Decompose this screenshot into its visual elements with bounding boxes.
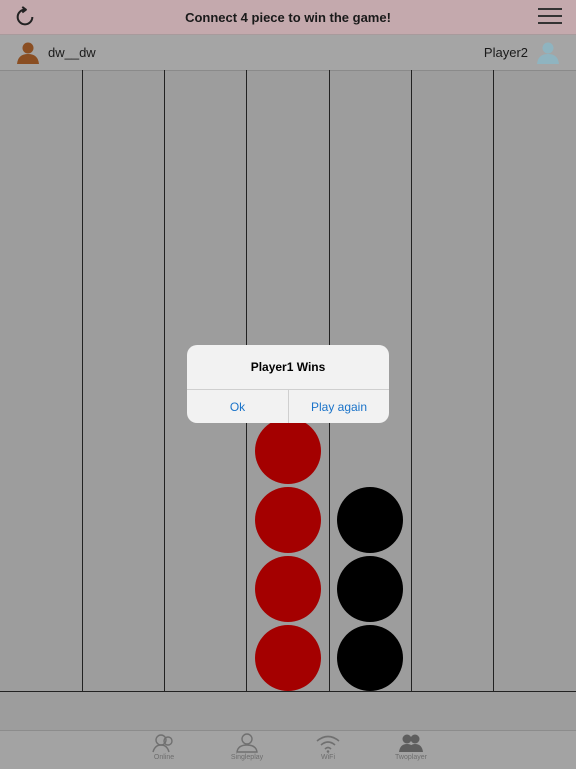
ok-button[interactable]: Ok: [187, 390, 288, 423]
online-icon: [152, 734, 173, 753]
player1-info: dw__dw: [16, 40, 96, 64]
player2-name: Player2: [483, 44, 528, 60]
red-piece: [255, 486, 321, 553]
tab-label: Twoplayer: [395, 754, 427, 761]
player1-avatar-icon: [17, 42, 39, 64]
red-piece: [255, 624, 321, 691]
top-bar: Connect 4 piece to win the game!: [0, 0, 576, 35]
player2-info: Player2: [484, 40, 560, 64]
column-divider: [82, 70, 83, 691]
tab-online[interactable]: Online: [134, 733, 194, 761]
tab-twoplayer[interactable]: Twoplayer: [381, 733, 441, 761]
red-piece: [255, 555, 321, 622]
players-bar: dw__dw Player2: [0, 35, 576, 71]
person-icon: [236, 733, 258, 753]
black-piece: [337, 624, 404, 691]
player2-avatar-icon: [537, 42, 559, 64]
column-divider: [164, 70, 165, 691]
win-dialog: Player1 Wins Ok Play again: [187, 345, 389, 423]
two-players-icon: [399, 734, 423, 752]
dialog-title: Player1 Wins: [250, 360, 326, 374]
header-title: Connect 4 piece to win the game!: [185, 9, 391, 25]
wifi-icon: [316, 735, 340, 753]
tab-singleplay[interactable]: Singleplay: [217, 733, 277, 761]
menu-icon[interactable]: [538, 8, 562, 26]
column-divider: [493, 70, 494, 691]
black-piece: [337, 486, 404, 553]
board-bottom-line: [0, 691, 576, 692]
tab-wifi[interactable]: WiFi: [298, 733, 358, 761]
tab-label: Online: [153, 754, 175, 761]
player1-name: dw__dw: [48, 44, 96, 60]
tab-label: Singleplay: [230, 754, 264, 761]
red-piece: [255, 417, 321, 484]
tab-label: WiFi: [321, 754, 335, 761]
tab-bar: Online Singleplay WiFi Twoplayer: [0, 730, 576, 769]
refresh-icon[interactable]: [14, 6, 36, 28]
column-divider: [411, 70, 412, 691]
play-again-button[interactable]: Play again: [289, 390, 389, 423]
black-piece: [337, 555, 404, 622]
